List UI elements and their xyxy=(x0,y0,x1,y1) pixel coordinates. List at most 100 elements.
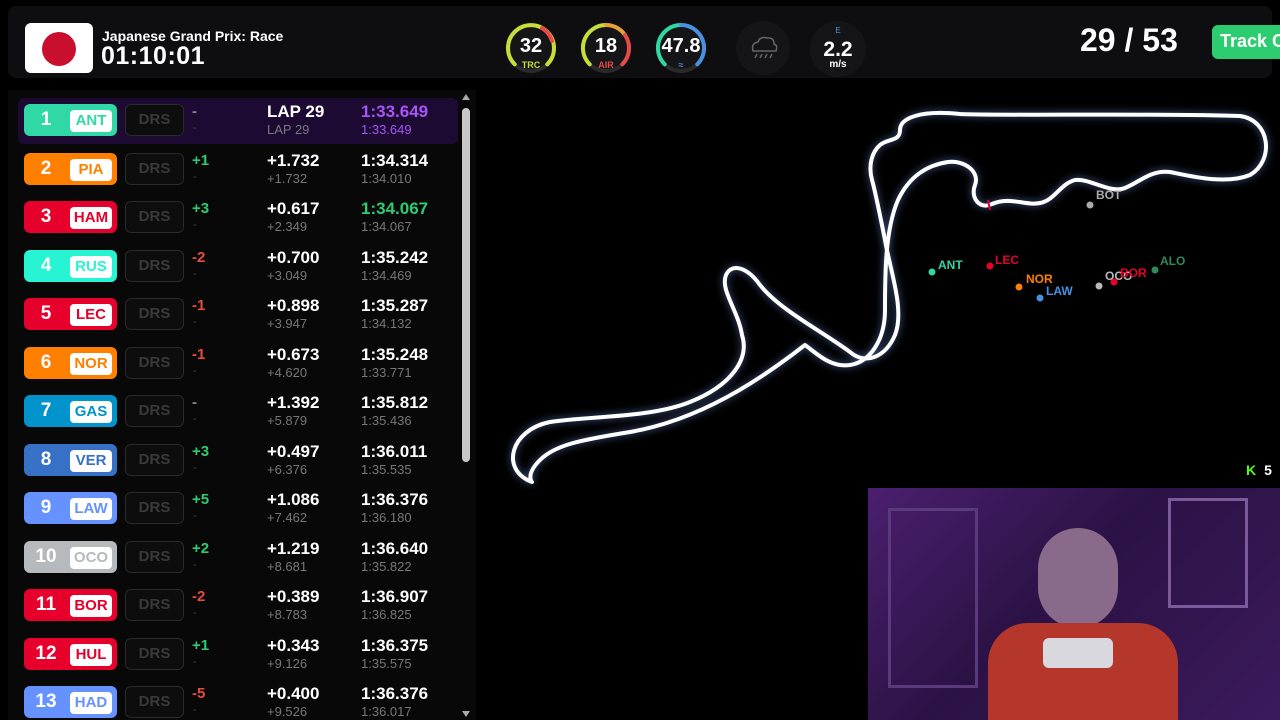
position-change-sub: - xyxy=(193,461,197,474)
driver-code: HUL xyxy=(70,643,112,666)
position-number: 7 xyxy=(40,400,52,421)
last-lap-time: 1:36.907 xyxy=(361,587,429,606)
scroll-down-arrow-icon[interactable] xyxy=(462,711,470,717)
webcam-shelf xyxy=(888,508,978,688)
position-badge: 11 BOR xyxy=(24,589,117,621)
leaderboard-row[interactable]: 9 LAW DRS +5 - +1.086 +7.462 1:36.376 1:36.180 xyxy=(8,486,458,532)
position-change-sub: - xyxy=(193,267,197,280)
leaderboard-row[interactable]: 11 BOR DRS -2 - +0.389 +8.783 1:36.907 1:36.825 xyxy=(8,583,458,629)
leaderboard: 1 ANT DRS - - LAP 29 LAP 29 1:33.649 1:33.649 2 PI… xyxy=(8,90,476,720)
air-temp-gauge: 18 AIR xyxy=(579,21,633,75)
driver-code: GAS xyxy=(70,401,112,423)
air-temp-value: 18 xyxy=(594,35,618,57)
last-lap-time: 1:36.640 xyxy=(361,538,429,558)
driver-dot-alo xyxy=(1151,266,1159,274)
last-lap-time: 1:35.248 xyxy=(361,344,429,364)
best-lap-time: 1:35.822 xyxy=(361,558,412,574)
leaderboard-row[interactable]: 5 LEC DRS -1 - +0.898 +3.947 1:35.287 1:34.132 xyxy=(8,292,458,338)
leaderboard-row[interactable]: 8 VER DRS +3- +0.497 +6.376 1:36.011 1:35.535 xyxy=(8,438,458,484)
position-change-sub: - xyxy=(193,655,197,668)
position-change: -2 xyxy=(192,248,206,266)
last-lap-time: 1:35.287 xyxy=(361,296,429,315)
gap-to-leader: +7.462 xyxy=(267,510,308,525)
driver-dot-bot xyxy=(1086,201,1094,209)
drs-indicator: DRS xyxy=(125,298,184,330)
gap-to-leader: +4.620 xyxy=(267,364,308,380)
driver-code: NOR xyxy=(70,352,112,375)
position-badge: 9 LAW xyxy=(24,492,117,524)
driver-label-lec: LEC xyxy=(995,253,1019,267)
position-change-sub: - xyxy=(193,413,197,425)
driver-code: HAM xyxy=(70,207,112,229)
track-status-button[interactable]: Track C xyxy=(1212,25,1280,59)
gap-to-leader: +9.526 xyxy=(267,704,308,719)
leaderboard-row[interactable]: 3 HAM DRS +3 - +0.617 +2.349 1:34.067 1:34.067 xyxy=(8,195,458,241)
position-badge: 5 LEC xyxy=(24,298,117,330)
leaderboard-scrollbar[interactable] xyxy=(460,92,472,720)
leaderboard-row[interactable]: 7 GAS DRS - - +1.392 +5.879 1:35.812 1:35.436 xyxy=(8,389,458,435)
position-badge: 6 NOR xyxy=(24,346,117,379)
leaderboard-row[interactable]: 2 PIA DRS +1- +1.732 +1.732 1:34.314 1:34.010 xyxy=(8,147,458,193)
position-change: +1 xyxy=(192,151,210,169)
leaderboard-row[interactable]: 13 HAD DRS -5 - +0.400 +9.526 1:36.376 1:36.017 xyxy=(8,680,458,720)
last-lap-time: 1:36.376 xyxy=(361,490,429,509)
position-number: 1 xyxy=(40,109,52,130)
leaderboard-row[interactable]: 4 RUS DRS -2- +0.700 +3.049 1:35.242 1:34.469 xyxy=(8,244,458,290)
position-number: 3 xyxy=(40,206,52,227)
lap-counter: 29 / 53 xyxy=(1080,22,1178,58)
kick-viewer-badge: K5 xyxy=(1246,462,1272,478)
position-change: -5 xyxy=(192,685,206,702)
last-lap-time: 1:34.067 xyxy=(361,199,429,218)
position-change: -2 xyxy=(192,588,206,605)
position-change: - xyxy=(192,103,197,120)
driver-dot-ant xyxy=(928,268,936,276)
position-number: 11 xyxy=(35,594,57,615)
position-change-sub: - xyxy=(193,558,197,571)
position-badge: 7 GAS xyxy=(24,395,117,427)
driver-code: HAD xyxy=(70,692,112,714)
scroll-up-arrow-icon[interactable] xyxy=(462,94,470,100)
position-number: 5 xyxy=(40,303,52,324)
position-change-sub: - xyxy=(193,170,197,183)
leaderboard-row[interactable]: 6 NOR DRS -1- +0.673 +4.620 1:35.248 1:33.771 xyxy=(8,341,458,387)
gap-to-leader: +6.376 xyxy=(267,461,308,477)
position-number: 10 xyxy=(35,545,57,567)
position-change: - xyxy=(192,394,197,411)
position-change: +3 xyxy=(192,442,210,460)
gap-interval: +0.617 xyxy=(267,199,320,218)
scroll-thumb[interactable] xyxy=(462,108,470,462)
drs-indicator: DRS xyxy=(125,637,184,670)
leaderboard-row[interactable]: 12 HUL DRS +1- +0.343 +9.126 1:36.375 1:35.575 xyxy=(8,632,458,678)
position-badge: 10 OCO xyxy=(24,540,117,573)
best-lap-time: 1:34.469 xyxy=(361,267,412,283)
best-lap-time: 1:35.436 xyxy=(361,413,412,428)
last-lap-time: 1:35.812 xyxy=(361,393,429,412)
drs-indicator: DRS xyxy=(125,443,184,476)
humidity-value: 47.8 xyxy=(661,35,701,57)
last-lap-time: 1:33.649 xyxy=(361,102,429,121)
position-number: 13 xyxy=(35,691,57,712)
drs-indicator: DRS xyxy=(125,346,184,379)
position-change-sub: - xyxy=(193,364,197,377)
air-temp-label: AIR xyxy=(598,60,614,70)
driver-label-bot: BOT xyxy=(1096,188,1122,202)
position-badge: 1 ANT xyxy=(24,104,117,136)
humidity-drop-icon: ≈ xyxy=(678,60,684,70)
gap-interval: +0.898 xyxy=(267,296,320,315)
leaderboard-row[interactable]: 10 OCO DRS +2- +1.219 +8.681 1:36.640 1:35.822 xyxy=(8,535,458,581)
last-lap-time: 1:36.375 xyxy=(361,635,429,655)
gap-to-leader: +3.049 xyxy=(267,267,308,283)
leaderboard-row[interactable]: 1 ANT DRS - - LAP 29 LAP 29 1:33.649 1:33.649 xyxy=(18,98,458,144)
driver-code: PIA xyxy=(70,158,112,181)
gap-interval: +1.392 xyxy=(267,393,320,412)
driver-dot-law xyxy=(1036,294,1044,302)
position-number: 12 xyxy=(35,642,57,664)
gap-interval: +0.389 xyxy=(267,587,320,606)
driver-label-ant: ANT xyxy=(938,258,963,272)
driver-code: OCO xyxy=(70,546,112,569)
position-number: 2 xyxy=(40,157,52,179)
driver-label-law: LAW xyxy=(1046,284,1073,298)
best-lap-time: 1:35.575 xyxy=(361,655,412,671)
driver-code: ANT xyxy=(70,110,112,132)
best-lap-time: 1:34.132 xyxy=(361,316,412,331)
